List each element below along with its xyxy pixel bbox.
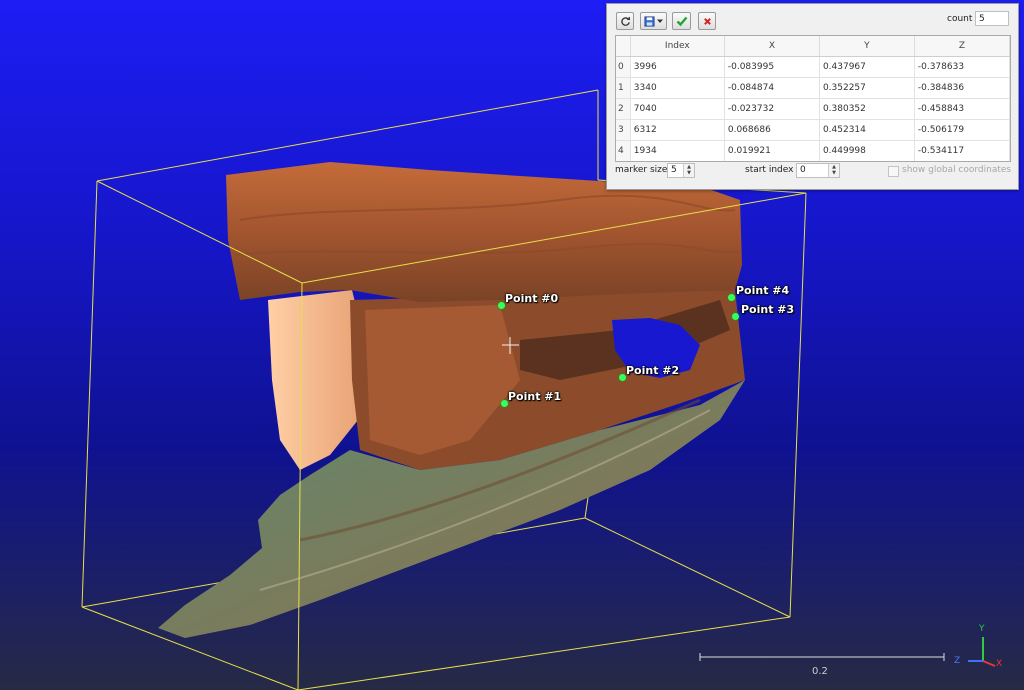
- table-row[interactable]: 3 6312 0.068686 0.452314 -0.506179: [616, 119, 1010, 141]
- scale-bar-label: 0.2: [812, 666, 828, 677]
- point-marker-2[interactable]: [619, 374, 626, 381]
- column-header-x[interactable]: X: [724, 36, 820, 57]
- mesh-wall-left: [268, 290, 362, 470]
- cell-x[interactable]: -0.023732: [724, 98, 820, 120]
- scale-bar: [699, 653, 945, 661]
- axes-gizmo: [968, 637, 996, 667]
- start-index-spinbox[interactable]: 0 ▲ ▼: [796, 163, 840, 178]
- table-row[interactable]: 1 3340 -0.084874 0.352257 -0.384836: [616, 77, 1010, 99]
- cell-x[interactable]: -0.083995: [724, 56, 820, 78]
- row-number-header: [616, 36, 631, 57]
- floppy-disk-icon: [644, 15, 655, 27]
- point-marker-0[interactable]: [498, 302, 505, 309]
- cell-index[interactable]: 6312: [630, 119, 725, 141]
- count-field[interactable]: 5: [975, 11, 1009, 26]
- cell-z[interactable]: -0.384836: [914, 77, 1010, 99]
- table-row[interactable]: 2 7040 -0.023732 0.380352 -0.458843: [616, 98, 1010, 120]
- table-header-row: Index X Y Z: [616, 36, 1010, 57]
- count-label: count: [947, 14, 973, 24]
- cell-z[interactable]: -0.378633: [914, 56, 1010, 78]
- cell-index[interactable]: 1934: [630, 140, 725, 161]
- global-coordinates-checkbox[interactable]: [888, 166, 899, 177]
- start-index-value: 0: [800, 165, 806, 175]
- cell-y[interactable]: 0.452314: [819, 119, 915, 141]
- cell-x[interactable]: 0.019921: [724, 140, 820, 161]
- point-label-4: Point #4: [736, 284, 790, 297]
- table-row[interactable]: 4 1934 0.019921 0.449998 -0.534117: [616, 140, 1010, 161]
- cell-z[interactable]: -0.458843: [914, 98, 1010, 120]
- row-number: 1: [616, 77, 631, 99]
- cell-y[interactable]: 0.380352: [819, 98, 915, 120]
- cell-index[interactable]: 3340: [630, 77, 725, 99]
- cell-z[interactable]: -0.506179: [914, 119, 1010, 141]
- column-header-z[interactable]: Z: [914, 36, 1010, 57]
- marker-size-label: marker size: [615, 165, 668, 175]
- point-label-2: Point #2: [626, 364, 680, 377]
- point-list-panel: count 5 Index X Y Z 0 3996 -0.083995 0.4…: [606, 3, 1019, 190]
- checkmark-icon: [676, 16, 687, 27]
- confirm-button[interactable]: [672, 12, 691, 30]
- cell-x[interactable]: 0.068686: [724, 119, 820, 141]
- point-marker-1[interactable]: [501, 400, 508, 407]
- close-x-icon: [703, 17, 711, 25]
- axis-y-label: Y: [979, 624, 985, 634]
- point-marker-3[interactable]: [732, 313, 739, 320]
- cell-x[interactable]: -0.084874: [724, 77, 820, 99]
- point-label-3: Point #3: [741, 303, 795, 316]
- cell-z[interactable]: -0.534117: [914, 140, 1010, 161]
- row-number: 3: [616, 119, 631, 141]
- marker-size-spinbox[interactable]: 5 ▲ ▼: [667, 163, 695, 178]
- start-index-label: start index: [745, 165, 794, 175]
- global-coordinates-label: show global coordinates: [902, 165, 1012, 175]
- cell-index[interactable]: 3996: [630, 56, 725, 78]
- points-table[interactable]: Index X Y Z 0 3996 -0.083995 0.437967 -0…: [615, 35, 1011, 162]
- cell-y[interactable]: 0.352257: [819, 77, 915, 99]
- axis-x-label: X: [996, 659, 1003, 669]
- cell-index[interactable]: 7040: [630, 98, 725, 120]
- chevron-down-icon: [657, 19, 663, 23]
- row-number: 4: [616, 140, 631, 161]
- spin-arrows-icon[interactable]: ▲ ▼: [683, 164, 694, 177]
- table-row[interactable]: 0 3996 -0.083995 0.437967 -0.378633: [616, 56, 1010, 78]
- column-header-index[interactable]: Index: [630, 36, 725, 57]
- close-button[interactable]: [698, 12, 716, 30]
- axis-z-label: Z: [954, 656, 961, 666]
- cell-y[interactable]: 0.437967: [819, 56, 915, 78]
- reset-button[interactable]: [616, 12, 634, 30]
- row-number: 2: [616, 98, 631, 120]
- point-label-0: Point #0: [505, 292, 559, 305]
- spin-arrows-icon[interactable]: ▲ ▼: [828, 164, 839, 177]
- point-marker-4[interactable]: [728, 294, 735, 301]
- marker-size-value: 5: [671, 165, 677, 175]
- row-number: 0: [616, 56, 631, 78]
- point-label-1: Point #1: [508, 390, 562, 403]
- export-dropdown-button[interactable]: [640, 12, 667, 30]
- refresh-icon: [620, 16, 630, 26]
- cell-y[interactable]: 0.449998: [819, 140, 915, 161]
- column-header-y[interactable]: Y: [819, 36, 915, 57]
